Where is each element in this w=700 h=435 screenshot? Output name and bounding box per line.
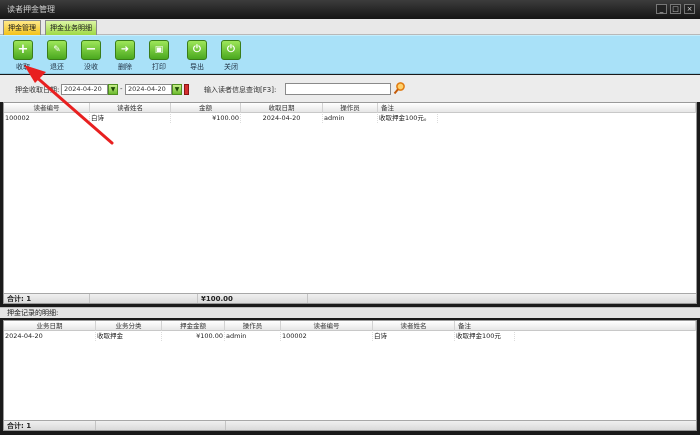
column-header[interactable]: 押金金额 — [162, 321, 225, 331]
toolbar: + 收取 ✎ 退还 − 没收 ➜ 删除 ▣ 打印 ⏻ 导出 ⏻ 关闭 — [0, 35, 700, 74]
footer-count: 合计: 1 — [4, 421, 96, 430]
date-to-dropdown[interactable]: ▼ — [172, 84, 182, 95]
close-button[interactable]: ⏻ 关闭 — [216, 40, 246, 72]
deposit-table: 读者编号 读者姓名 金额 收取日期 操作员 备注 100002 白诗 ¥100.… — [3, 102, 697, 304]
date-spinner[interactable] — [184, 84, 189, 95]
footer-count: 合计: 1 — [4, 294, 90, 303]
confiscate-button-label: 没收 — [84, 63, 98, 71]
cell-operator: admin — [323, 114, 378, 123]
detail-table-header: 业务日期 业务分类 押金金额 操作员 读者编号 读者姓名 备注 — [4, 321, 696, 331]
printer-icon: ▣ — [149, 40, 169, 60]
column-header[interactable]: 业务分类 — [96, 321, 162, 331]
column-header[interactable]: 读者编号 — [281, 321, 373, 331]
collect-button[interactable]: + 收取 — [8, 40, 38, 72]
arrow-right-icon: ➜ — [115, 40, 135, 60]
column-header[interactable]: 操作员 — [323, 103, 378, 113]
search-input[interactable] — [285, 83, 391, 95]
print-button[interactable]: ▣ 打印 — [144, 40, 174, 72]
cell-business-date: 2024-04-20 — [4, 332, 96, 341]
search-icon[interactable] — [393, 81, 406, 95]
delete-button-label: 删除 — [118, 63, 132, 71]
cell-remark: 收取押金100元。 — [378, 114, 438, 123]
deposit-table-header: 读者编号 读者姓名 金额 收取日期 操作员 备注 — [4, 103, 696, 113]
collect-date-label: 押金收取日期: — [15, 86, 60, 94]
footer-spacer — [90, 294, 198, 303]
cell-business-type: 收取押金 — [96, 332, 162, 341]
date-from-dropdown[interactable]: ▼ — [108, 84, 118, 95]
maximize-button[interactable]: □ — [670, 4, 681, 14]
collect-button-label: 收取 — [16, 63, 30, 71]
export-button-label: 导出 — [190, 63, 204, 71]
table-row[interactable]: 100002 白诗 ¥100.00 2024-04-20 admin 收取押金1… — [4, 114, 696, 123]
window-title-bar: 读者押金管理 _ □ × — [0, 0, 700, 19]
minimize-button[interactable]: _ — [656, 4, 667, 14]
search-label: 输入读者信息查询[F3]: — [204, 86, 277, 94]
confiscate-button[interactable]: − 没收 — [76, 40, 106, 72]
cell-reader-id: 100002 — [281, 332, 373, 341]
cell-reader-name: 白诗 — [90, 114, 171, 123]
tab-deposit-management[interactable]: 押金管理 — [3, 20, 41, 35]
cell-collect-date: 2024-04-20 — [241, 114, 323, 123]
power-icon: ⏻ — [187, 40, 207, 60]
power-icon: ⏻ — [221, 40, 241, 60]
plus-icon: + — [13, 40, 33, 60]
cell-amount: ¥100.00 — [171, 114, 241, 123]
table-row[interactable]: 2024-04-20 收取押金 ¥100.00 admin 100002 白诗 … — [4, 332, 696, 341]
column-header[interactable]: 备注 — [455, 321, 696, 331]
deposit-table-footer: 合计: 1 ¥100.00 — [4, 293, 696, 303]
column-header[interactable]: 读者姓名 — [90, 103, 171, 113]
wrench-icon: ✎ — [47, 40, 67, 60]
refund-button[interactable]: ✎ 退还 — [42, 40, 72, 72]
date-separator: - — [120, 85, 123, 93]
tab-deposit-details[interactable]: 押金业务明细 — [45, 20, 97, 35]
close-window-button[interactable]: × — [684, 4, 695, 14]
footer-total: ¥100.00 — [198, 294, 308, 303]
delete-button[interactable]: ➜ 删除 — [110, 40, 140, 72]
minus-icon: − — [81, 40, 101, 60]
detail-table: 业务日期 业务分类 押金金额 操作员 读者编号 读者姓名 备注 2024-04-… — [3, 320, 697, 431]
column-header[interactable]: 收取日期 — [241, 103, 323, 113]
cell-reader-name: 白诗 — [373, 332, 455, 341]
refund-button-label: 退还 — [50, 63, 64, 71]
window-title: 读者押金管理 — [7, 5, 55, 14]
column-header[interactable]: 读者编号 — [4, 103, 90, 113]
detail-table-footer: 合计: 1 — [4, 420, 696, 430]
column-header[interactable]: 操作员 — [225, 321, 281, 331]
column-header[interactable]: 备注 — [378, 103, 696, 113]
date-to-field[interactable]: 2024-04-20 — [125, 84, 172, 95]
module-tab-strip: 押金管理 押金业务明细 — [0, 19, 700, 35]
cell-remark: 收取押金100元 — [455, 332, 515, 341]
column-header[interactable]: 读者姓名 — [373, 321, 455, 331]
export-button[interactable]: ⏻ 导出 — [182, 40, 212, 72]
column-header[interactable]: 金额 — [171, 103, 241, 113]
column-header[interactable]: 业务日期 — [4, 321, 96, 331]
close-button-label: 关闭 — [224, 63, 238, 71]
date-from-field[interactable]: 2024-04-20 — [61, 84, 108, 95]
cell-deposit-amount: ¥100.00 — [162, 332, 225, 341]
detail-section-caption: 押金记录的明细: — [0, 307, 700, 318]
footer-spacer — [96, 421, 226, 430]
print-button-label: 打印 — [152, 63, 166, 71]
cell-reader-id: 100002 — [4, 114, 90, 123]
cell-operator: admin — [225, 332, 281, 341]
